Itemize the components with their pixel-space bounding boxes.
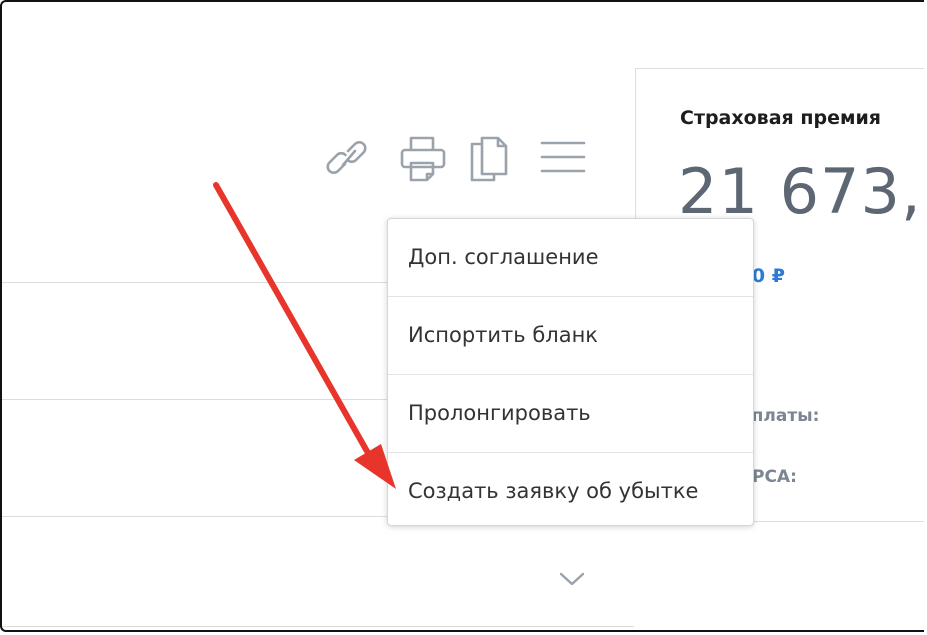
divider bbox=[2, 282, 388, 283]
print-icon[interactable] bbox=[398, 134, 448, 184]
menu-item-prolong[interactable]: Пролонгировать bbox=[388, 375, 753, 453]
copy-icon[interactable] bbox=[468, 134, 518, 184]
divider bbox=[2, 626, 634, 627]
actions-dropdown-menu: Доп. соглашение Испортить бланк Пролонги… bbox=[387, 218, 754, 526]
menu-item-spoil-form[interactable]: Испортить бланк bbox=[388, 297, 753, 375]
divider bbox=[2, 516, 388, 517]
menu-item-supplementary-agreement[interactable]: Доп. соглашение bbox=[388, 219, 753, 297]
link-icon[interactable] bbox=[324, 134, 374, 184]
chevron-down-icon[interactable] bbox=[558, 570, 586, 592]
menu-icon[interactable] bbox=[538, 134, 588, 184]
card-row-label: РСА: bbox=[752, 467, 797, 487]
premium-title: Страховая премия bbox=[680, 107, 882, 129]
screenshot-frame: Страховая премия 21 673,6 ссия: 0,00 ₽ :… bbox=[0, 0, 924, 632]
menu-item-create-claim[interactable]: Создать заявку об убытке bbox=[388, 453, 753, 530]
divider bbox=[2, 399, 388, 400]
